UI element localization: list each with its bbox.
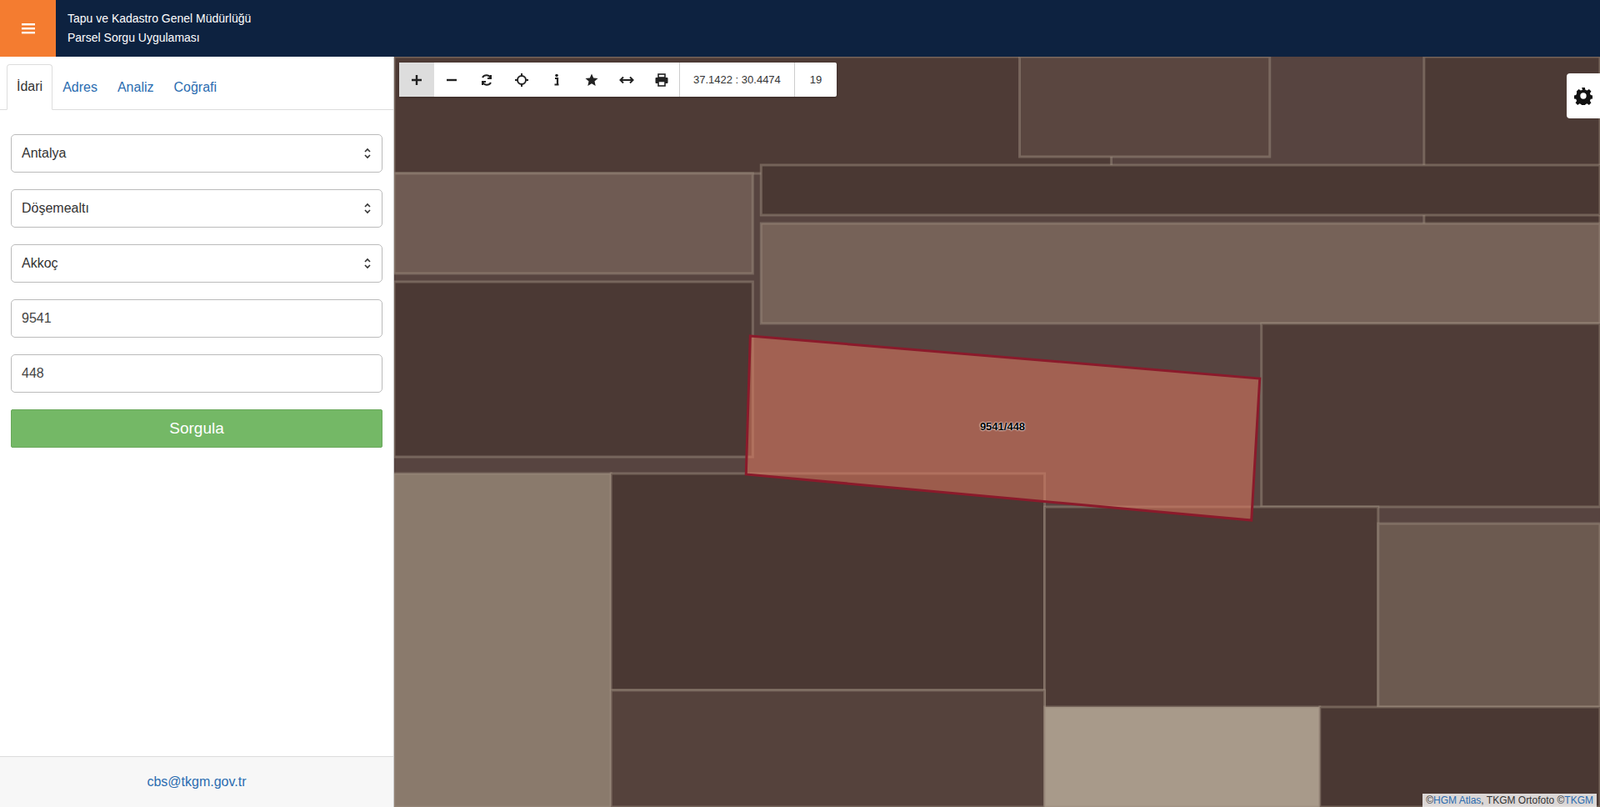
updown-icon bbox=[363, 147, 372, 160]
select-field[interactable]: Döşemealtı bbox=[10, 189, 383, 228]
header: Tapu ve Kadastro Genel Müdürlüğü Parsel S… bbox=[0, 0, 1600, 57]
zoom-in-icon bbox=[409, 72, 425, 88]
select-value: Döşemealtı bbox=[21, 200, 90, 216]
refresh-icon bbox=[479, 72, 495, 88]
updown-icon bbox=[363, 257, 372, 270]
hamburger-icon bbox=[20, 21, 36, 35]
submit-button[interactable]: Sorgula bbox=[10, 409, 383, 448]
tab[interactable]: İdari bbox=[6, 64, 53, 110]
coordinates: 37.1422 : 30.4474 bbox=[679, 62, 795, 97]
print-icon bbox=[654, 72, 670, 88]
attribution-link[interactable]: TKGM bbox=[1564, 794, 1594, 806]
zoom-out-button[interactable] bbox=[434, 62, 470, 97]
select-value: Akkoç bbox=[21, 255, 59, 271]
body: İdariAdresAnalizCoğrafi Antalya Döşemeal… bbox=[0, 56, 1600, 807]
text-input[interactable] bbox=[10, 354, 383, 393]
star-button[interactable] bbox=[574, 62, 610, 97]
measure-button[interactable] bbox=[609, 62, 645, 97]
gear-icon bbox=[1574, 86, 1593, 105]
tab[interactable]: Analiz bbox=[107, 65, 165, 110]
app-title: Tapu ve Kadastro Genel Müdürlüğü Parsel S… bbox=[55, 0, 251, 57]
select-field[interactable]: Antalya bbox=[10, 134, 383, 173]
map-toolbar: 37.1422 : 30.4474 19 bbox=[399, 62, 837, 97]
attribution-link[interactable]: HGM Atlas bbox=[1433, 794, 1481, 806]
star-icon bbox=[584, 72, 600, 88]
query-form: Antalya Döşemealtı Akkoç Sorgula bbox=[0, 110, 394, 448]
settings-button[interactable] bbox=[1566, 73, 1600, 119]
locate-icon bbox=[514, 72, 530, 88]
zoom-in-button[interactable] bbox=[399, 62, 435, 97]
map-attribution: ©HGM Atlas, TKGM Ortofoto ©TKGM bbox=[1422, 793, 1597, 807]
text-input[interactable] bbox=[10, 299, 383, 338]
title-line: Parsel Sorgu Uygulaması bbox=[67, 30, 251, 45]
parcel-polygon[interactable] bbox=[745, 335, 1260, 520]
print-button[interactable] bbox=[644, 62, 680, 97]
select-value: Antalya bbox=[21, 145, 66, 161]
panel-footer: cbs@tkgm.gov.tr bbox=[0, 755, 394, 807]
parcel-label: 9541/448 bbox=[980, 420, 1025, 433]
updown-icon bbox=[363, 202, 372, 215]
locate-button[interactable] bbox=[504, 62, 540, 97]
page: Tapu ve Kadastro Genel Müdürlüğü Parsel S… bbox=[0, 0, 1600, 807]
select-field[interactable]: Akkoç bbox=[10, 244, 383, 283]
side-panel: İdariAdresAnalizCoğrafi Antalya Döşemeal… bbox=[0, 56, 395, 807]
menu-button[interactable] bbox=[0, 0, 56, 57]
tabs: İdariAdresAnalizCoğrafi bbox=[0, 56, 394, 110]
map[interactable]: 9541/448 37.1422 : 30.4474 19 ©HGM Atlas… bbox=[394, 56, 1600, 807]
info-icon bbox=[549, 72, 565, 88]
tab[interactable]: Coğrafi bbox=[164, 65, 228, 110]
title-line: Tapu ve Kadastro Genel Müdürlüğü bbox=[67, 11, 251, 26]
tab[interactable]: Adres bbox=[52, 65, 108, 110]
contact-email[interactable]: cbs@tkgm.gov.tr bbox=[146, 774, 246, 790]
info-button[interactable] bbox=[539, 62, 575, 97]
zoom-out-icon bbox=[444, 72, 460, 88]
measure-icon bbox=[619, 72, 635, 88]
zoom-level: 19 bbox=[794, 62, 837, 97]
refresh-button[interactable] bbox=[469, 62, 505, 97]
